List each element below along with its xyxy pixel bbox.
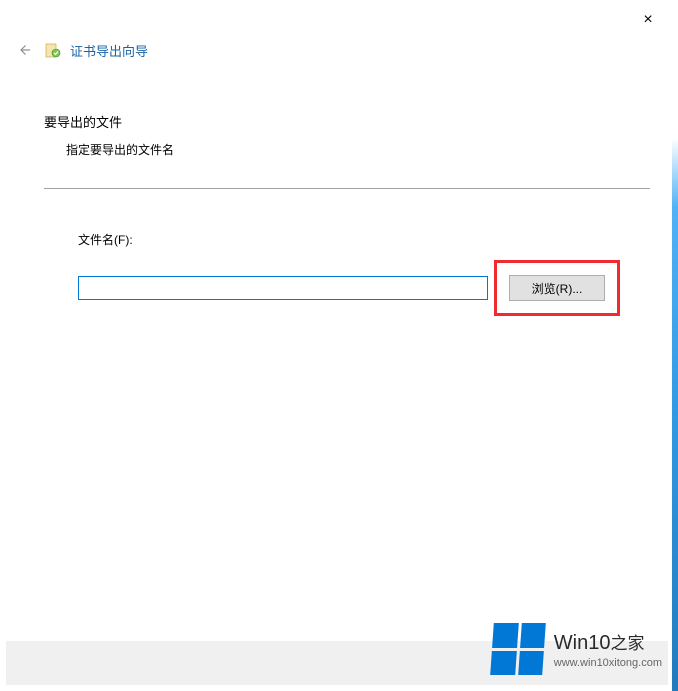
watermark-url: www.win10xitong.com xyxy=(554,657,662,669)
browse-highlight-box: 浏览(R)... xyxy=(494,260,620,316)
back-button[interactable] xyxy=(12,38,36,62)
wizard-content: 要导出的文件 指定要导出的文件名 文件名(F): 浏览(R)... xyxy=(44,112,650,316)
section-heading: 要导出的文件 xyxy=(44,112,650,131)
windows-logo-icon xyxy=(490,623,546,675)
watermark: Win10之家 www.win10xitong.com xyxy=(492,623,662,675)
wizard-title: 证书导出向导 xyxy=(70,41,148,60)
file-name-input[interactable] xyxy=(78,276,488,300)
watermark-text: Win10之家 www.win10xitong.com xyxy=(554,629,662,669)
file-name-label: 文件名(F): xyxy=(78,231,650,248)
section-divider xyxy=(44,188,650,189)
file-field-block: 文件名(F): 浏览(R)... xyxy=(78,231,650,316)
wizard-header: 证书导出向导 xyxy=(12,38,148,62)
browse-button[interactable]: 浏览(R)... xyxy=(509,275,605,301)
close-button[interactable]: × xyxy=(636,8,660,32)
certificate-wizard-icon xyxy=(44,41,62,59)
section-subtext: 指定要导出的文件名 xyxy=(66,141,650,158)
arrow-left-icon xyxy=(15,41,33,59)
window-right-edge xyxy=(672,0,678,691)
file-field-row: 浏览(R)... xyxy=(78,260,650,316)
watermark-brand: Win10之家 xyxy=(554,629,662,655)
